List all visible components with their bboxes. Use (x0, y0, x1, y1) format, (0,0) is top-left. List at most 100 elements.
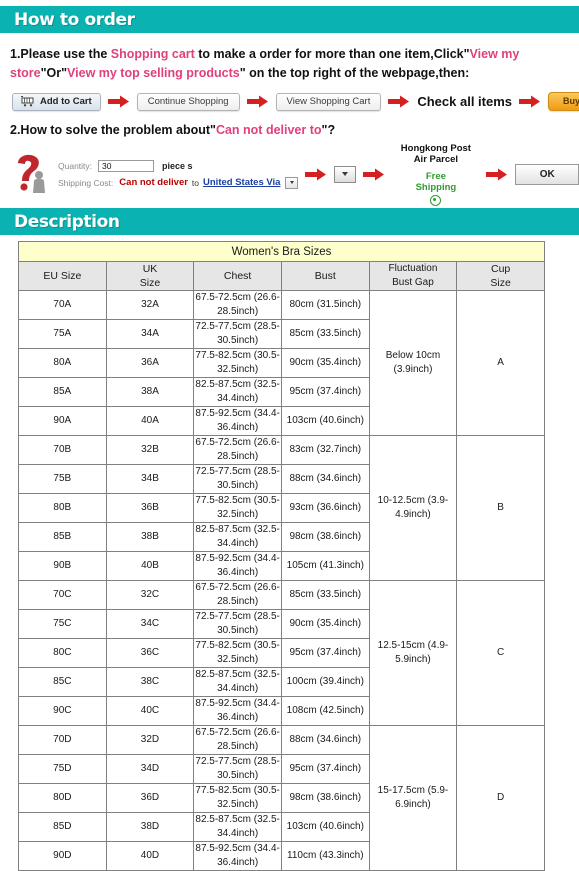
cell-uk-size: 40A (105, 406, 195, 436)
arrow-right-icon (388, 95, 410, 108)
step1-part4: " on the top right of the webpage,then: (239, 66, 470, 80)
cell-chest: 77.5-82.5cm (30.5-32.5inch) (193, 638, 282, 668)
cell-bust: 85cm (33.5inch) (280, 319, 370, 349)
column-header-eu-size: EU Size (18, 261, 107, 291)
fluct-header-line2: Bust Gap (392, 277, 434, 288)
add-to-cart-label: Add to Cart (40, 95, 92, 107)
chevron-down-icon (289, 181, 294, 184)
buy-now-button[interactable]: Buy Now (548, 92, 579, 111)
cup-header-line1: Cup (491, 263, 511, 275)
cell-uk-size: 38D (105, 812, 195, 842)
cell-bust: 90cm (35.4inch) (280, 348, 370, 378)
quantity-input[interactable] (98, 159, 155, 172)
fluct-header-line1: Fluctuation (388, 263, 438, 274)
cell-uk-size: 34D (105, 754, 195, 784)
cell-eu-size: 85C (18, 667, 107, 697)
cell-uk-size: 34A (105, 319, 195, 349)
cell-uk-size: 40C (105, 696, 195, 726)
shipping-cost-label: Shipping Cost: (58, 177, 114, 188)
cell-uk-size: 38B (105, 522, 195, 552)
carrier-name-line1: Hongkong Post (400, 142, 471, 154)
check-all-items-text: Check all items (417, 94, 512, 109)
size-table-container: Women's Bra Sizes EU Size UK Size Chest … (0, 235, 579, 871)
step1-text: 1.Please use the Shopping cart to make a… (10, 45, 569, 83)
continue-shopping-label: Continue Shopping (147, 95, 229, 107)
cell-bust: 93cm (36.6inch) (280, 493, 370, 523)
view-shopping-cart-button[interactable]: View Shopping Cart (275, 92, 382, 111)
cell-uk-size: 32D (105, 725, 195, 755)
ok-button[interactable]: OK (515, 163, 579, 185)
cell-fluctuation-bust-gap: Below 10cm (3.9inch) (368, 290, 458, 436)
country-select-link[interactable]: United States Via (203, 177, 280, 188)
continue-shopping-button[interactable]: Continue Shopping (136, 92, 240, 111)
step2-part1: 2.How to solve the problem about" (10, 123, 216, 137)
to-word-label: to (191, 177, 200, 188)
column-header-cup-size: Cup Size (456, 261, 545, 291)
table-row: 70C 32C 67.5-72.5cm (26.6-28.5inch) 85cm (3… (18, 580, 545, 726)
cell-uk-size: 40D (105, 841, 195, 871)
cell-eu-size: 70B (18, 435, 107, 465)
cell-chest: 82.5-87.5cm (32.5-34.4inch) (193, 522, 282, 552)
country-dropdown-toggle[interactable] (285, 176, 299, 189)
arrow-right-icon (107, 95, 129, 108)
cell-uk-size: 40B (105, 551, 195, 581)
cell-chest: 82.5-87.5cm (32.5-34.4inch) (193, 377, 282, 407)
free-shipping-line1: Free (425, 170, 446, 182)
cell-bust: 85cm (33.5inch) (280, 580, 370, 610)
table-title-row: Women's Bra Sizes (18, 241, 545, 262)
cell-cup-size: A (456, 290, 545, 436)
radio-selected-icon[interactable] (430, 194, 442, 206)
question-mark-person-icon (18, 154, 45, 193)
step1-instructions: 1.Please use the Shopping cart to make a… (0, 45, 579, 83)
step2-part2: "? (321, 123, 336, 137)
cell-chest: 67.5-72.5cm (26.6-28.5inch) (193, 290, 282, 320)
cell-eu-size: 75D (18, 754, 107, 784)
cell-eu-size: 70D (18, 725, 107, 755)
cell-bust: 90cm (35.4inch) (280, 609, 370, 639)
cell-bust: 98cm (38.6inch) (280, 522, 370, 552)
column-header-uk-size: UK Size (105, 261, 195, 291)
cell-bust: 88cm (34.6inch) (280, 725, 370, 755)
cell-bust: 98cm (38.6inch) (280, 783, 370, 813)
step2-instructions: 2.How to solve the problem about"Can not… (0, 121, 579, 140)
add-to-cart-button[interactable]: Add to Cart (12, 92, 101, 111)
cell-cup-size: D (456, 725, 545, 871)
step1-highlight-shopping-cart: Shopping cart (110, 47, 195, 61)
shipping-cost-line: Shipping Cost: Can not deliver to United… (58, 174, 299, 191)
step1-highlight-top-selling: View my top selling products (67, 66, 240, 80)
cell-bust: 100cm (39.4inch) (280, 667, 370, 697)
cell-eu-size: 80C (18, 638, 107, 668)
cell-eu-size: 80D (18, 783, 107, 813)
cell-uk-size: 36A (105, 348, 195, 378)
cell-chest: 77.5-82.5cm (30.5-32.5inch) (193, 493, 282, 523)
arrow-right-icon (519, 95, 540, 108)
cell-chest: 82.5-87.5cm (32.5-34.4inch) (193, 667, 282, 697)
step2-text: 2.How to solve the problem about"Can not… (10, 121, 569, 140)
cell-chest: 72.5-77.5cm (28.5-30.5inch) (193, 754, 282, 784)
column-header-chest: Chest (193, 261, 282, 291)
cell-cup-size: B (456, 435, 545, 581)
shipping-fields: Quantity: piece s Shipping Cost: Can not… (58, 157, 299, 191)
cell-fluctuation-bust-gap: 15-17.5cm (5.9-6.9inch) (368, 725, 458, 871)
carrier-name-line2: Air Parcel (413, 153, 459, 165)
carrier-dropdown[interactable] (334, 165, 357, 183)
step1-part2: to make a order for more than one item,C… (194, 47, 470, 61)
cell-uk-size: 38A (105, 377, 195, 407)
order-flow-row: Add to Cart Continue Shopping View Shopp… (0, 92, 579, 111)
arrow-right-icon (246, 95, 268, 108)
cell-eu-size: 90A (18, 406, 107, 436)
free-shipping-line2: Shipping (415, 181, 457, 193)
cannot-deliver-text: Can not deliver (119, 177, 188, 188)
cell-uk-size: 36B (105, 493, 195, 523)
cell-chest: 67.5-72.5cm (26.6-28.5inch) (193, 725, 282, 755)
cell-bust: 103cm (40.6inch) (280, 406, 370, 436)
cell-chest: 87.5-92.5cm (34.4-36.4inch) (193, 551, 282, 581)
cell-eu-size: 85B (18, 522, 107, 552)
piece-unit-label: piece s (162, 160, 193, 171)
cell-eu-size: 75A (18, 319, 107, 349)
cell-eu-size: 90C (18, 696, 107, 726)
cell-chest: 67.5-72.5cm (26.6-28.5inch) (193, 580, 282, 610)
cell-bust: 108cm (42.5inch) (280, 696, 370, 726)
table-row: 70A 32A 67.5-72.5cm (26.6-28.5inch) 80cm (3… (18, 290, 545, 436)
shipping-widget-row: Quantity: piece s Shipping Cost: Can not… (0, 142, 579, 206)
